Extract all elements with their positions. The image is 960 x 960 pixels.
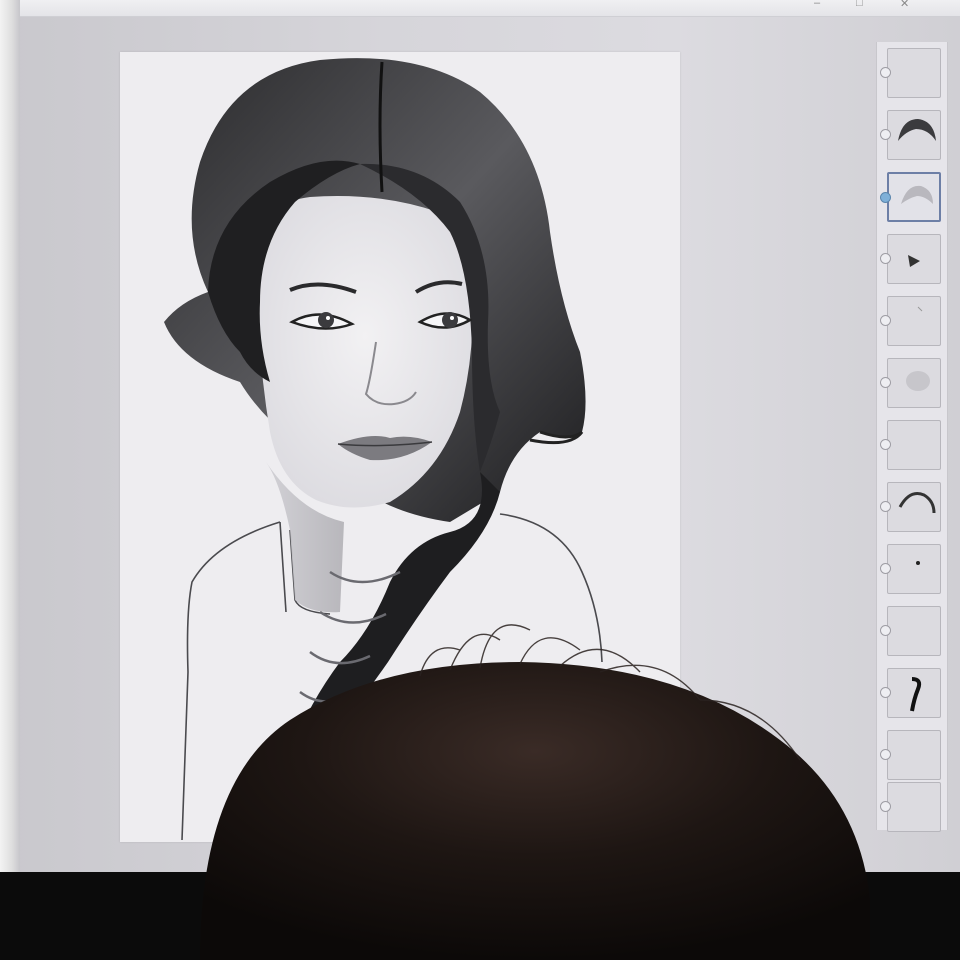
blank-thumb-icon bbox=[888, 783, 942, 827]
layer-item[interactable] bbox=[880, 48, 942, 99]
layer-item[interactable] bbox=[880, 782, 942, 832]
layer-item[interactable] bbox=[880, 668, 941, 718]
layers-panel bbox=[876, 42, 948, 832]
layer-item[interactable] bbox=[880, 544, 941, 594]
drawing-canvas[interactable] bbox=[120, 52, 680, 842]
faint-marks-thumb-icon bbox=[917, 306, 923, 312]
layer-item[interactable] bbox=[880, 420, 942, 471]
braid-thumb-icon bbox=[910, 677, 922, 712]
monitor-bezel bbox=[0, 872, 960, 960]
layer-item[interactable] bbox=[880, 296, 941, 346]
body-outline bbox=[181, 513, 603, 841]
screen-glare-edge bbox=[0, 0, 20, 960]
monitor: – □ ✕ bbox=[0, 0, 960, 960]
hair-top-thumb-icon bbox=[898, 119, 936, 141]
layer-item[interactable] bbox=[880, 730, 942, 781]
eye-detail-thumb-icon bbox=[908, 255, 920, 267]
maximize-icon[interactable]: □ bbox=[856, 0, 863, 9]
title-bar: – □ ✕ bbox=[6, 0, 960, 17]
hair-light-thumb-icon bbox=[901, 185, 933, 204]
skin-shade-thumb-icon bbox=[906, 371, 930, 391]
layer-item[interactable] bbox=[880, 606, 942, 657]
blank-thumb-icon bbox=[888, 49, 942, 99]
hair-strokes-thumb-icon bbox=[898, 492, 936, 514]
dot-thumb-icon bbox=[916, 561, 920, 565]
blank-thumb-icon bbox=[888, 607, 942, 657]
layer-item[interactable] bbox=[880, 358, 941, 408]
blank-thumb-icon bbox=[888, 421, 942, 471]
portrait-artwork bbox=[164, 58, 603, 841]
screen: – □ ✕ bbox=[6, 0, 960, 872]
minimize-icon[interactable]: – bbox=[814, 0, 820, 9]
blank-thumb-icon bbox=[888, 731, 942, 781]
layer-item[interactable] bbox=[880, 234, 941, 284]
close-icon[interactable]: ✕ bbox=[900, 0, 909, 10]
layer-item[interactable] bbox=[880, 482, 941, 532]
layer-item-selected[interactable] bbox=[880, 172, 941, 222]
layer-item[interactable] bbox=[880, 110, 941, 160]
